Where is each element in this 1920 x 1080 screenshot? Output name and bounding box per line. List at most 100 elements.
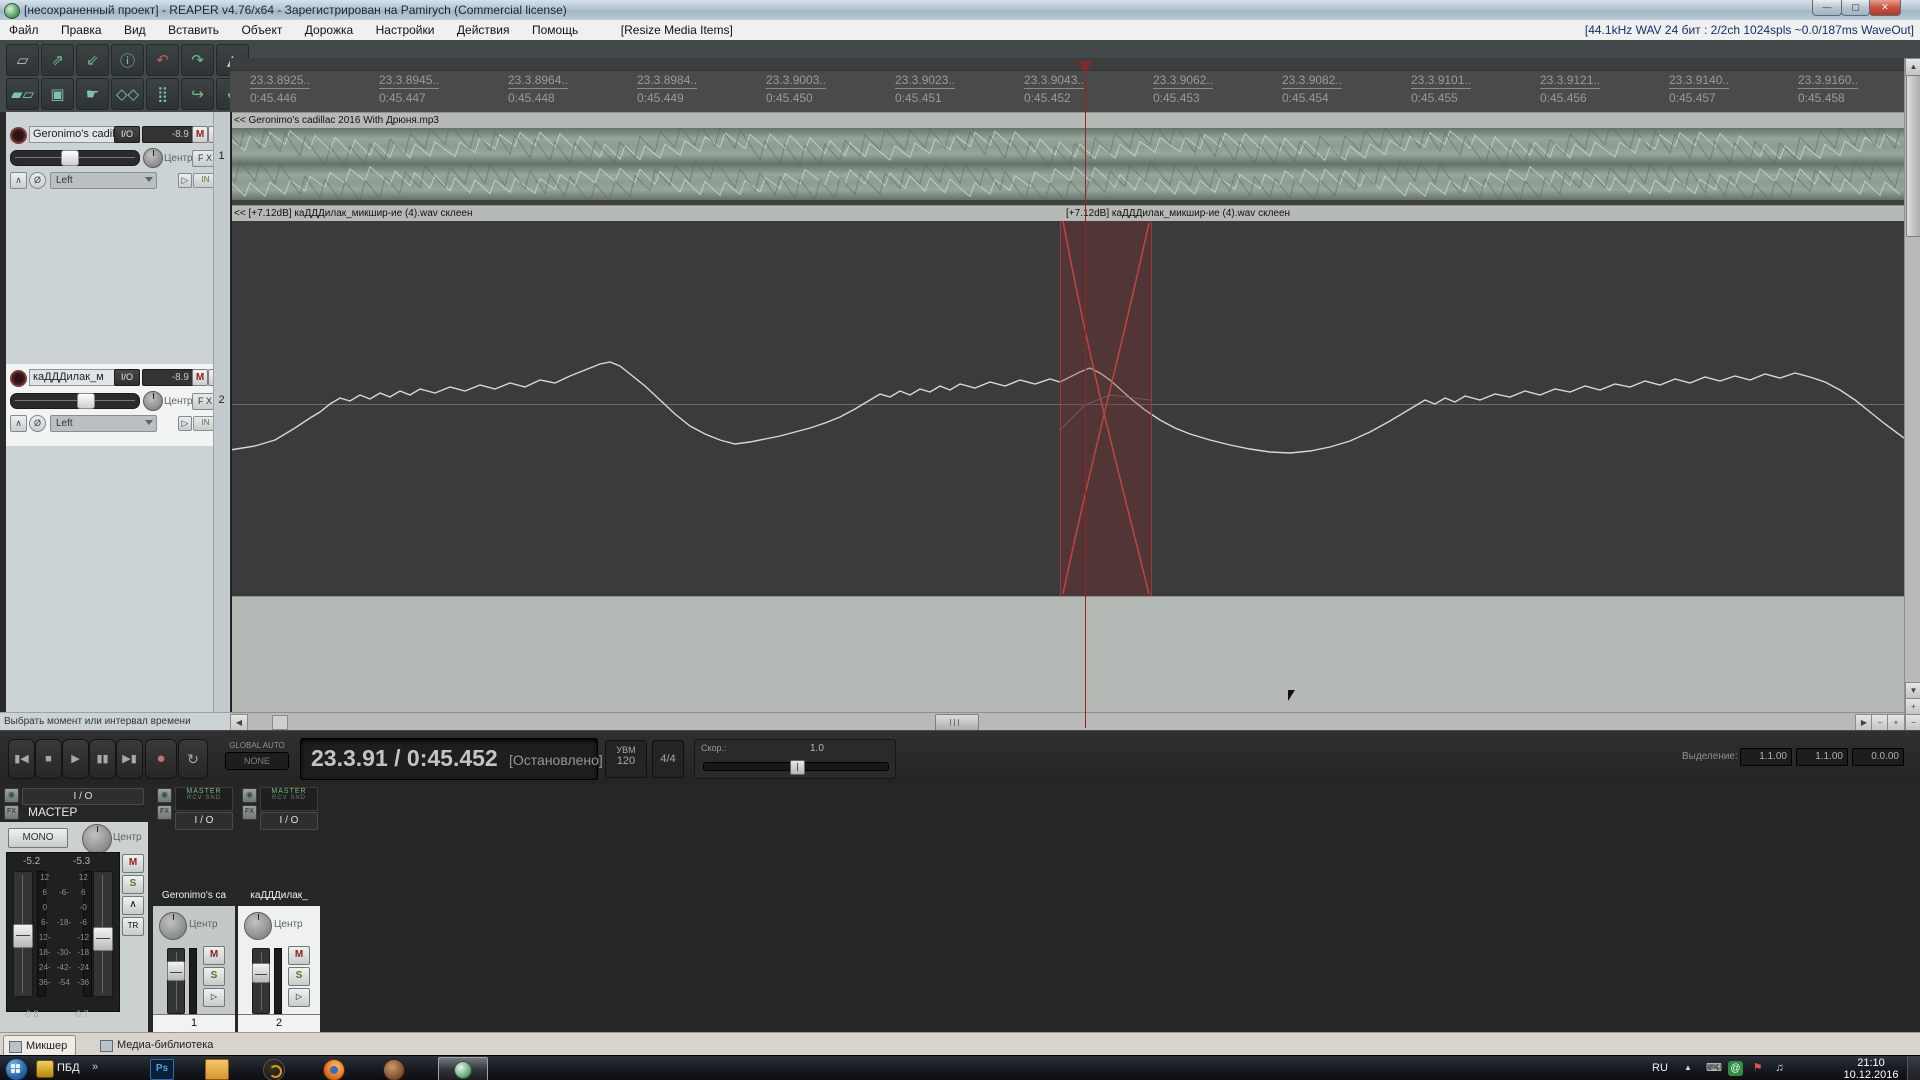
master-io-button[interactable]: I / O [22, 788, 144, 805]
track1-io-button[interactable]: I/O [114, 126, 140, 143]
strip2-power-button[interactable]: ◉ [242, 788, 257, 803]
envelope-button[interactable]: ◇◇ [111, 78, 144, 110]
go-to-start-button[interactable]: ▮◀ [8, 739, 35, 779]
master-pan-knob[interactable] [82, 824, 112, 854]
playrate-slider[interactable] [703, 762, 889, 771]
arrange-empty-area[interactable] [230, 596, 1904, 712]
track2-fx-button[interactable]: F X [192, 393, 213, 410]
menu-insert[interactable]: Вставить [159, 20, 228, 40]
global-auto-value[interactable]: NONE [225, 752, 289, 770]
strip2-fader-handle[interactable] [252, 963, 270, 983]
track2-pan-knob[interactable] [143, 391, 163, 411]
photoshop-icon[interactable]: Ps [150, 1059, 174, 1080]
track2-mute-button[interactable]: M [192, 369, 208, 386]
track1-fader-handle[interactable] [61, 150, 79, 166]
mouse-edit-button[interactable]: ☛ [76, 78, 109, 110]
master-fader-right[interactable] [93, 871, 113, 997]
master-solo-button[interactable]: S [122, 875, 144, 894]
arrange-view[interactable]: << Geronimo's cadillac 2016 With Дрюня.m… [230, 112, 1904, 712]
track2-io-button[interactable]: I/O [114, 369, 140, 386]
record-button[interactable]: ● [145, 739, 177, 779]
taskbar-clock[interactable]: 21:10 10.12.2016 [1840, 1057, 1902, 1080]
master-power-button[interactable]: ◉ [4, 788, 19, 803]
track1-pan-knob[interactable] [143, 148, 163, 168]
ruler-marker-lane[interactable] [230, 58, 1904, 71]
master-fader-right-handle[interactable] [93, 927, 113, 951]
strip2-sends-box[interactable]: MASTER RCV SND [260, 787, 318, 811]
show-desktop-button[interactable] [1907, 1056, 1920, 1080]
go-to-end-button[interactable]: ▶▮ [116, 739, 143, 779]
vscroll-handle[interactable] [1906, 75, 1920, 237]
pause-button[interactable]: ▮▮ [89, 739, 116, 779]
menu-resize-media-items[interactable]: [Resize Media Items] [612, 20, 742, 40]
start-button[interactable] [5, 1058, 28, 1080]
track2-routing-select[interactable]: Left [50, 415, 157, 432]
messenger-tray-icon[interactable]: @ [1728, 1061, 1743, 1076]
ripple-edit-button[interactable]: ↪ [181, 78, 214, 110]
strip2-mute-button[interactable]: M [288, 946, 310, 965]
strip1-monitor-button[interactable]: ▷ [203, 988, 225, 1007]
action-center-tray-icon[interactable]: ⚑ [1750, 1061, 1765, 1076]
strip1-sends-box[interactable]: MASTER RCV SND [175, 787, 233, 811]
redo-button[interactable]: ↷ [181, 44, 214, 76]
track1-routing-select[interactable]: Left [50, 172, 157, 189]
track1-fold-button[interactable]: ∧ [10, 172, 27, 189]
menu-edit[interactable]: Правка [52, 20, 111, 40]
volume-tray-icon[interactable]: ♫ [1772, 1061, 1787, 1076]
master-fx-button[interactable]: FX [4, 805, 19, 820]
menu-help[interactable]: Помощь [523, 20, 587, 40]
track1-monitor-play-icon[interactable]: ▷ [178, 173, 192, 188]
master-trim-button[interactable]: TR [122, 917, 144, 936]
strip1-fader-handle[interactable] [167, 961, 185, 981]
track2-name-input[interactable]: каДДДилак_м [29, 369, 116, 386]
track1-phase-button[interactable]: Ø [29, 172, 46, 189]
pbd-launcher-icon[interactable] [36, 1060, 54, 1078]
strip2-solo-button[interactable]: S [288, 967, 310, 986]
playrate-slider-handle[interactable] [790, 760, 805, 775]
strip2-monitor-button[interactable]: ▷ [288, 988, 310, 1007]
tray-expand-icon[interactable]: ▲ [1684, 1063, 1692, 1072]
track1-volume-fader[interactable] [10, 150, 140, 166]
media-item-1-waveform[interactable] [230, 128, 1904, 200]
open-project-button[interactable]: ⇗ [41, 44, 74, 76]
bpm-display[interactable]: УВМ 120 [605, 740, 647, 778]
keyboard-tray-icon[interactable]: ⌨ [1706, 1061, 1721, 1076]
project-settings-button[interactable]: ⓘ [111, 44, 144, 76]
track1-mute-button[interactable]: M [192, 126, 208, 143]
menu-file[interactable]: Файл [0, 20, 48, 40]
tab-mixer[interactable]: Микшер [3, 1035, 76, 1056]
strip1-fx-button[interactable]: FX [157, 805, 172, 820]
language-indicator[interactable]: RU [1652, 1062, 1668, 1074]
selection-length-value[interactable]: 0.0.00 [1852, 748, 1904, 766]
close-button[interactable]: ✕ [1869, 0, 1901, 16]
play-button[interactable]: ▶ [62, 739, 89, 779]
firefox-icon[interactable] [323, 1059, 345, 1080]
track2-monitor-play-icon[interactable]: ▷ [178, 416, 192, 431]
track2-input-monitor-button[interactable]: IN [193, 416, 213, 431]
strip1-solo-button[interactable]: S [203, 967, 225, 986]
undo-button[interactable]: ↶ [146, 44, 179, 76]
save-project-button[interactable]: ⇙ [76, 44, 109, 76]
menu-item[interactable]: Объект [232, 20, 291, 40]
track2-fold-button[interactable]: ∧ [10, 415, 27, 432]
aimp-player-icon[interactable] [263, 1059, 285, 1080]
track1-input-monitor-button[interactable]: IN [193, 173, 213, 188]
menu-track[interactable]: Дорожка [296, 20, 362, 40]
pbd-launcher-label[interactable]: ПБД [57, 1062, 80, 1074]
strip2-volume-fader[interactable] [252, 948, 270, 1014]
grid-snap-button[interactable]: ⣿ [146, 78, 179, 110]
strip1-volume-fader[interactable] [167, 948, 185, 1014]
menu-options[interactable]: Настройки [367, 20, 444, 40]
selection-start-value[interactable]: 1.1.00 [1740, 748, 1792, 766]
track2-volume-readout[interactable]: -8.9 [142, 369, 194, 386]
guitar-pro-icon[interactable] [383, 1059, 405, 1080]
track2-phase-button[interactable]: Ø [29, 415, 46, 432]
track1-name-input[interactable]: Geronimo's cadil [29, 126, 116, 143]
transport-position-display[interactable]: 23.3.91 / 0:45.452 [Остановлено] [300, 738, 598, 780]
global-automation-control[interactable]: GLOBAL AUTO NONE [225, 741, 289, 773]
track1-record-arm-button[interactable] [10, 127, 27, 144]
toolbar-chevron-icon[interactable]: » [92, 1061, 98, 1073]
strip2-pan-knob[interactable] [244, 912, 272, 940]
repeat-button[interactable]: ↻ [178, 739, 208, 779]
horizontal-scrollbar[interactable]: ◀ ▶ − + [230, 712, 1904, 731]
